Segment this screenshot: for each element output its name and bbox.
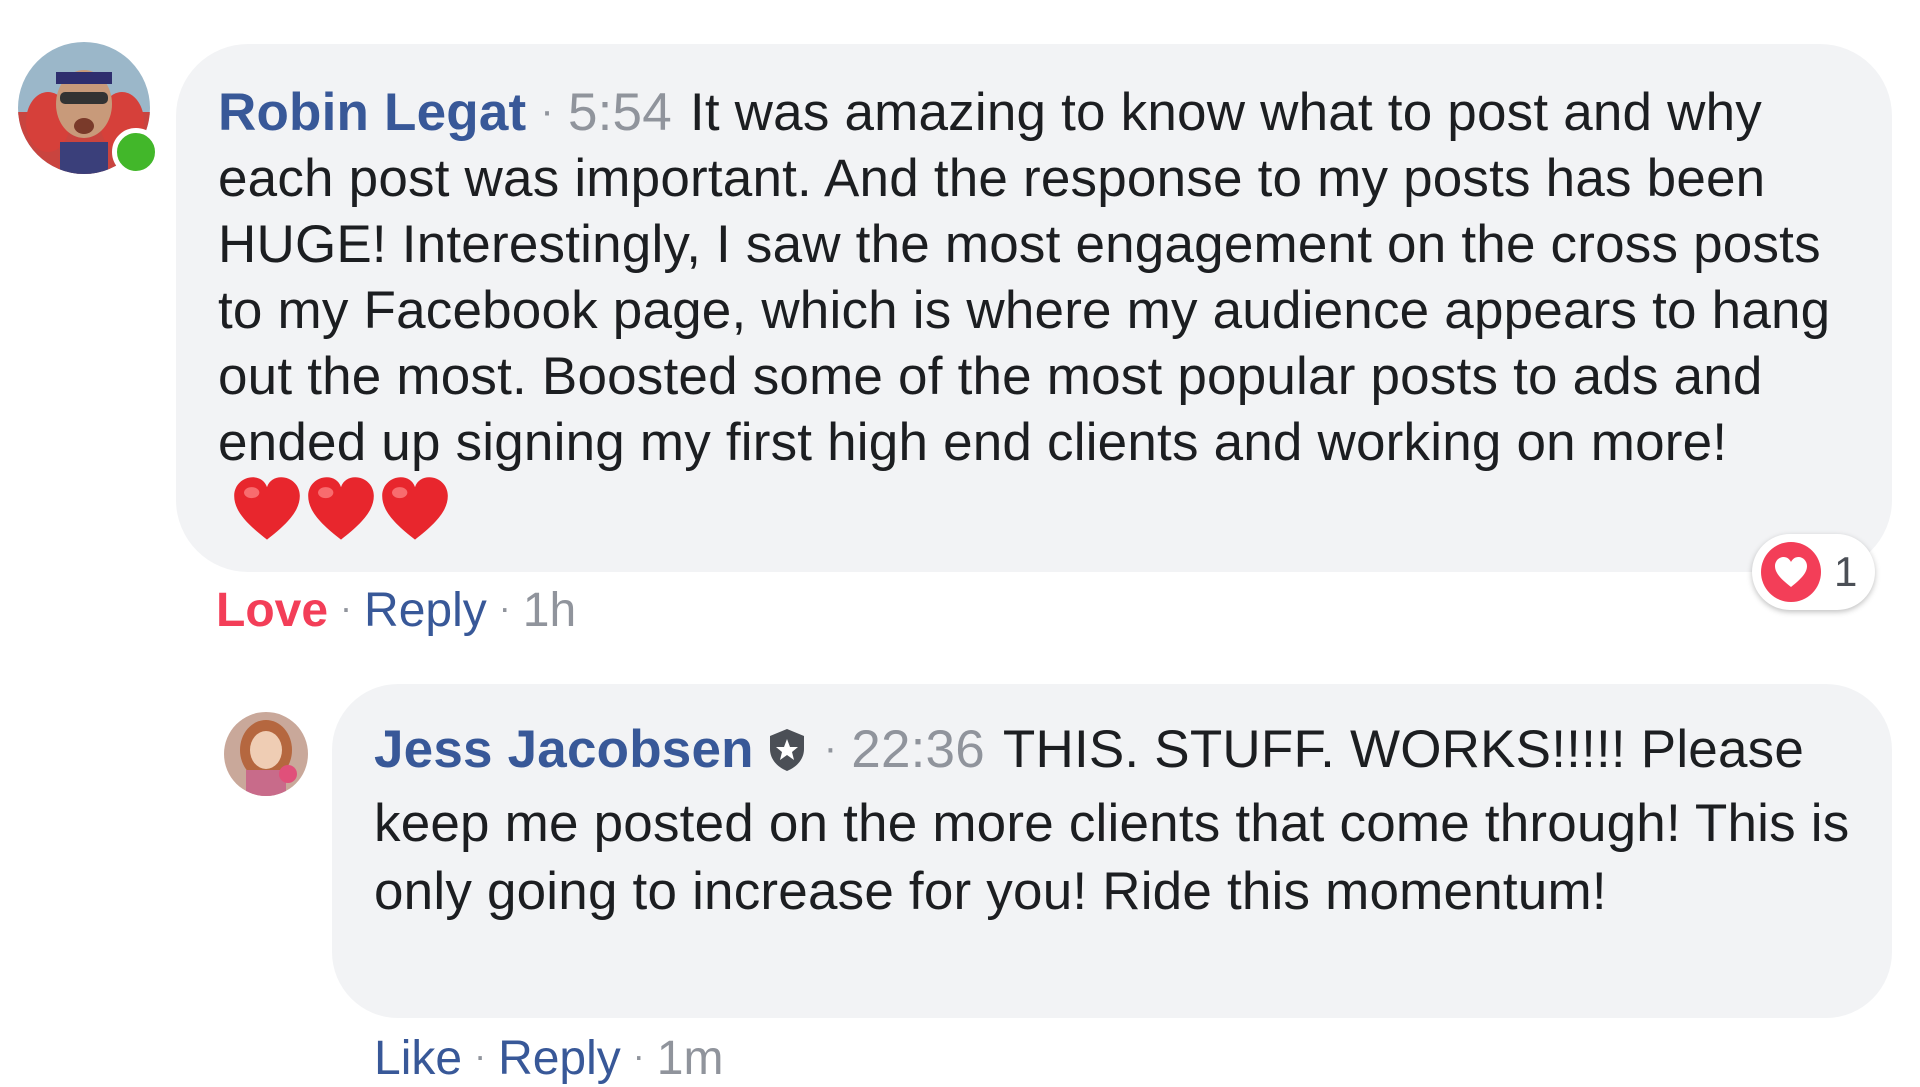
separator-dot: · [632, 1035, 645, 1076]
comment-text-block: Robin Legat · 5:54 It was amazing to know w… [218, 78, 1852, 546]
comment-timestamp[interactable]: 22:36 [851, 720, 985, 779]
avatar[interactable] [18, 42, 160, 176]
comment-timestamp[interactable]: 5:54 [568, 83, 672, 142]
separator-dot: · [823, 726, 838, 770]
separator-dot: · [474, 1035, 487, 1076]
reply-button[interactable]: Reply [364, 584, 487, 637]
comment-bubble: Robin Legat · 5:54 It was amazing to know w… [176, 44, 1892, 572]
verified-badge-icon [764, 722, 810, 790]
heart-emoji-icon [308, 477, 374, 540]
comment-bubble: Jess Jacobsen · 22:36 THIS. STUFF. WORKS!!… [332, 684, 1892, 1018]
separator-dot: · [340, 587, 353, 628]
reaction-count-pill[interactable]: 1 [1752, 534, 1876, 610]
separator-dot: · [540, 89, 554, 133]
comment-author[interactable]: Robin Legat [218, 83, 526, 142]
comment-actions: Like · Reply · 1m [374, 1028, 723, 1087]
separator-dot: · [498, 587, 511, 628]
heart-emoji-icon [382, 477, 448, 540]
comment-age[interactable]: 1m [657, 1032, 724, 1085]
love-button[interactable]: Love [216, 584, 328, 637]
reply-button[interactable]: Reply [498, 1032, 621, 1085]
love-reaction-icon [1761, 542, 1821, 602]
heart-emojis [232, 476, 454, 542]
comment-actions: Love · Reply · 1h [216, 580, 576, 639]
avatar[interactable] [224, 712, 308, 796]
avatar-photo [224, 712, 308, 796]
comment-text-block: Jess Jacobsen · 22:36 THIS. STUFF. WORKS!!… [374, 714, 1852, 926]
comment-age[interactable]: 1h [523, 584, 576, 637]
online-status-icon [112, 128, 160, 176]
heart-emoji-icon [234, 477, 300, 540]
reaction-count: 1 [1834, 548, 1858, 595]
comment-author[interactable]: Jess Jacobsen [374, 720, 754, 779]
like-button[interactable]: Like [374, 1032, 462, 1085]
